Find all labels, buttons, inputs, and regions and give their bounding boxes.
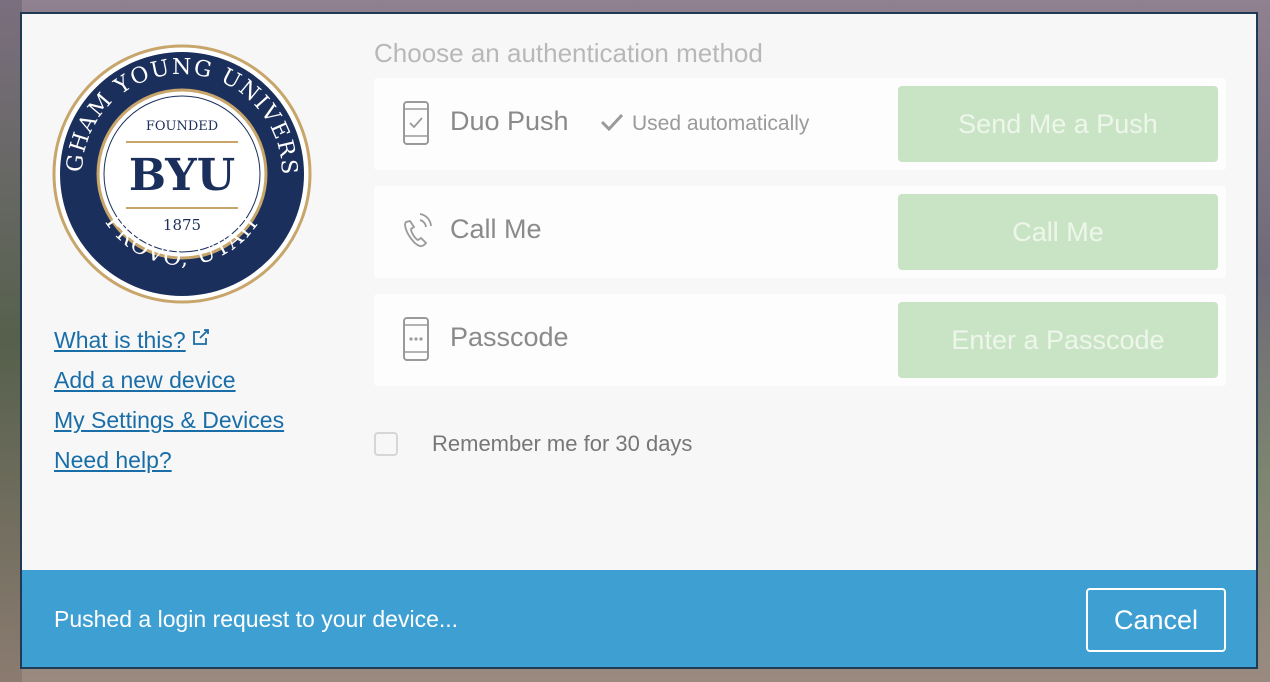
used-automatically-text: Used automatically xyxy=(632,112,810,135)
auth-heading: Choose an authentication method xyxy=(374,38,763,68)
background-photo xyxy=(0,0,22,682)
help-links: What is this? Add a new device My Settin… xyxy=(54,320,284,480)
status-message: Pushed a login request to your device... xyxy=(54,606,459,632)
external-link-icon xyxy=(192,329,209,345)
remember-label: Remember me for 30 days xyxy=(432,431,693,456)
status-bar: Pushed a login request to your device...… xyxy=(22,570,1256,667)
used-automatically-note: Used automatically xyxy=(600,112,809,136)
what-is-this-link[interactable]: What is this? xyxy=(54,320,284,360)
seal-initials: BYU xyxy=(129,150,235,201)
remember-checkbox[interactable] xyxy=(374,432,398,456)
send-push-button[interactable]: Send Me a Push xyxy=(898,86,1218,162)
call-me-button[interactable]: Call Me xyxy=(898,194,1218,270)
cancel-button[interactable]: Cancel xyxy=(1086,588,1226,652)
enter-passcode-button[interactable]: Enter a Passcode xyxy=(898,302,1218,378)
checkmark-icon xyxy=(600,113,624,132)
method-call-me: Call Me Call Me xyxy=(374,186,1226,278)
phone-check-icon xyxy=(403,101,429,145)
add-device-link[interactable]: Add a new device xyxy=(54,360,284,400)
seal-year: 1875 xyxy=(163,216,201,234)
method-passcode: Passcode Enter a Passcode xyxy=(374,294,1226,386)
what-is-this-label: What is this? xyxy=(54,327,186,353)
duo-auth-frame: BRIGHAM YOUNG UNIVERSITY PROVO, UTAH FOU… xyxy=(20,12,1258,669)
duo-push-label: Duo Push xyxy=(450,106,569,136)
phone-passcode-icon xyxy=(403,317,429,361)
left-panel: BRIGHAM YOUNG UNIVERSITY PROVO, UTAH FOU… xyxy=(22,14,352,570)
byu-seal-logo: BRIGHAM YOUNG UNIVERSITY PROVO, UTAH FOU… xyxy=(52,44,312,304)
seal-founded: FOUNDED xyxy=(146,119,218,134)
call-me-label: Call Me xyxy=(450,214,542,244)
method-duo-push: Duo Push Used automatically Send Me a Pu… xyxy=(374,78,1226,170)
my-settings-link[interactable]: My Settings & Devices xyxy=(54,400,284,440)
passcode-label: Passcode xyxy=(450,322,569,352)
need-help-link[interactable]: Need help? xyxy=(54,440,284,480)
phone-call-icon xyxy=(404,213,432,248)
